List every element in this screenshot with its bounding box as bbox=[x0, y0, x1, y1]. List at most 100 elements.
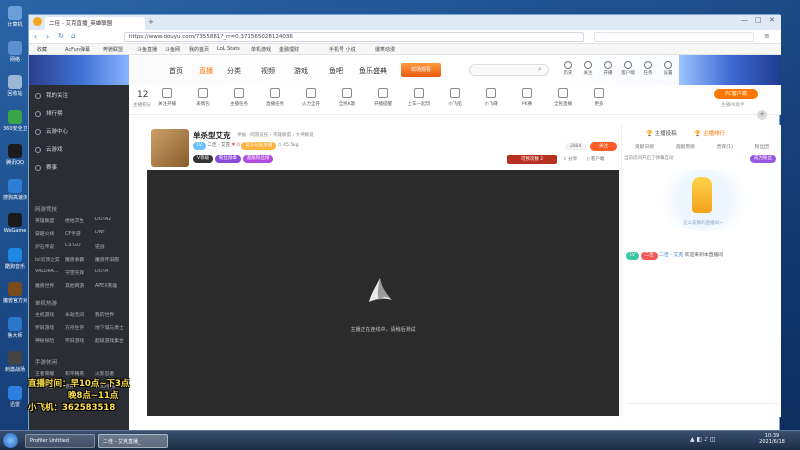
toolbar-tool[interactable]: 关注开播 bbox=[153, 88, 181, 107]
header-nav-item[interactable]: 分类 bbox=[227, 66, 241, 76]
sidebar-category[interactable]: 方舟生存 bbox=[65, 324, 95, 331]
refresh-icon[interactable]: ↻ bbox=[58, 32, 64, 40]
desktop-icon[interactable]: 魔兽官方对战平台 bbox=[3, 282, 27, 304]
sidebar-item[interactable]: 云游中心 bbox=[35, 127, 68, 135]
header-nav-item[interactable]: 视频 bbox=[261, 66, 275, 76]
sidebar-category[interactable]: 怀旧游戏 bbox=[35, 324, 65, 331]
bookmark-item[interactable]: 手机号 小说 bbox=[329, 46, 356, 53]
desktop-icon[interactable]: 酷狗音乐 bbox=[3, 247, 27, 270]
sidebar-item[interactable]: 排行榜 bbox=[35, 109, 63, 117]
tray-icons[interactable]: ▲ ◧ ♪ ◫ bbox=[690, 436, 716, 443]
chat-input-area[interactable] bbox=[626, 403, 778, 415]
sidebar-category[interactable]: APEX英雄 bbox=[95, 282, 125, 289]
desktop-icon[interactable]: 计算机 bbox=[3, 6, 27, 28]
chat-subtab[interactable]: 贵宾(1) bbox=[717, 143, 733, 153]
sidebar-category[interactable]: 神秘探险 bbox=[35, 337, 65, 344]
toolbar-tool[interactable]: 表情包 bbox=[189, 88, 217, 107]
desktop-icon[interactable]: 搜狗高速浏览器 bbox=[3, 178, 27, 201]
toolbar-tool[interactable]: 全民直播 bbox=[549, 88, 577, 107]
header-user-icon[interactable]: 历史 bbox=[561, 61, 575, 76]
clock[interactable]: 10:39 2021/6/18 bbox=[752, 433, 792, 445]
toolbar-tool[interactable]: 开播提醒 bbox=[369, 88, 397, 107]
toolbar-tool[interactable]: 更多 bbox=[585, 88, 613, 107]
toolbar-tool[interactable]: 直播任务 bbox=[261, 88, 289, 107]
client-button[interactable]: ▯ 客户端 bbox=[587, 156, 604, 162]
header-nav-item[interactable]: 首页 bbox=[169, 66, 183, 76]
chat-subtab[interactable]: 贡献周榜 bbox=[676, 143, 695, 153]
header-user-icon[interactable]: 客户端 bbox=[621, 61, 635, 76]
promo-badge[interactable]: 现场观看 bbox=[401, 63, 441, 77]
minimize-button[interactable]: — bbox=[741, 16, 748, 24]
chat-username[interactable]: 二佳 - 艾克 bbox=[659, 253, 683, 258]
streamer-name[interactable]: 二佳 - 艾克 bbox=[208, 143, 230, 148]
bookmark-item[interactable]: 收藏 bbox=[37, 46, 47, 53]
menu-icon[interactable]: ≡ bbox=[764, 32, 770, 40]
desktop-icon[interactable]: 360安全卫士 bbox=[3, 109, 27, 132]
sidebar-category[interactable]: 逆战 bbox=[95, 243, 125, 250]
sidebar-category[interactable]: 超级游戏集合 bbox=[95, 337, 125, 344]
desktop-icon[interactable]: 刺激战场 bbox=[3, 351, 27, 373]
video-player[interactable]: 主播正在连线中，请稍后测试 bbox=[147, 170, 619, 416]
taskbar-app-browser[interactable]: 二佳 - 艾克直播_ bbox=[98, 434, 168, 448]
bookmark-item[interactable]: AcFun弹幕 bbox=[65, 46, 90, 53]
sidebar-category[interactable]: DOTA bbox=[95, 269, 125, 276]
bookmark-item[interactable]: LoL Stats bbox=[217, 46, 240, 52]
back-icon[interactable]: ‹ bbox=[34, 32, 37, 41]
sidebar-category[interactable]: 怀旧游戏 bbox=[65, 337, 95, 344]
header-user-icon[interactable]: 设置 bbox=[661, 61, 675, 76]
address-bar[interactable]: https://www.douyu.com/7355881?_rr=0.3715… bbox=[124, 32, 584, 42]
sidebar-category[interactable]: 炉石传说 bbox=[35, 243, 65, 250]
desktop-icon[interactable]: 网络 bbox=[3, 40, 27, 63]
toolbar-tool[interactable]: 主播任务 bbox=[225, 88, 253, 107]
sidebar-category[interactable]: DOTA2 bbox=[95, 217, 125, 224]
sidebar-category[interactable]: DNF bbox=[95, 230, 125, 237]
sidebar-item[interactable]: 我的关注 bbox=[35, 91, 68, 99]
breadcrumb-report[interactable]: 举报 bbox=[237, 133, 246, 138]
level-badge[interactable]: V等级 bbox=[193, 155, 214, 163]
sidebar-category[interactable]: 守望先锋 bbox=[65, 269, 95, 276]
new-tab-button[interactable]: + bbox=[148, 18, 154, 26]
home-icon[interactable]: ⌂ bbox=[71, 32, 75, 40]
follow-button[interactable]: 关注 bbox=[590, 142, 617, 151]
header-user-icon[interactable]: 开播 bbox=[601, 61, 615, 76]
maximize-button[interactable]: □ bbox=[755, 16, 762, 24]
desktop-icon[interactable]: 回收站 bbox=[3, 75, 27, 97]
share-button[interactable]: ⇪ 分享 bbox=[563, 156, 577, 162]
tab-ranking[interactable]: 🏆 主播排行 bbox=[694, 131, 725, 137]
bookmark-item[interactable]: 单机游戏 bbox=[251, 46, 271, 53]
join-fans-button[interactable]: 成为粉丝 bbox=[750, 155, 776, 163]
sidebar-section-title[interactable]: 网游竞技 bbox=[35, 205, 57, 213]
medal-badge[interactable]: 粉丝勋章 bbox=[215, 155, 242, 163]
sidebar-category[interactable]: 魔兽争霸 bbox=[65, 256, 95, 263]
sidebar-category[interactable]: 我的世界 bbox=[95, 311, 125, 318]
header-nav-item[interactable]: 鱼吧 bbox=[329, 66, 343, 76]
browser-search-box[interactable] bbox=[594, 32, 754, 42]
tab-douyu[interactable]: 二佳 - 艾克直播_英雄联盟 bbox=[45, 17, 145, 30]
bookmark-item[interactable]: 奔驰联盟 bbox=[103, 46, 123, 53]
desktop-icon[interactable]: 腾讯QQ bbox=[3, 144, 27, 166]
bookmark-item[interactable]: 金融理财 bbox=[279, 46, 299, 53]
site-search-input[interactable] bbox=[469, 64, 549, 76]
sidebar-category[interactable]: CS:GO bbox=[65, 243, 95, 250]
breadcrumb-category[interactable]: 网游竞技 bbox=[250, 133, 268, 138]
sidebar-category[interactable]: 穿越火线 bbox=[35, 230, 65, 237]
sidebar-category[interactable]: 和平精英 bbox=[65, 370, 95, 377]
taskbar-app-profiler[interactable]: Profiler Untitled bbox=[25, 434, 95, 448]
sidebar-item[interactable]: 云游戏 bbox=[35, 145, 63, 153]
sidebar-category[interactable]: 永劫无间 bbox=[65, 311, 95, 318]
sidebar-category[interactable]: 地下城与勇士 bbox=[95, 324, 125, 331]
bookmark-item[interactable]: 我的首页 bbox=[189, 46, 209, 53]
desktop-icon[interactable]: 迅雷 bbox=[3, 385, 27, 408]
breadcrumb-game[interactable]: 英雄联盟 bbox=[273, 133, 291, 138]
sidebar-category[interactable]: 魔兽世界 bbox=[35, 282, 65, 289]
sidebar-item[interactable]: 赛事 bbox=[35, 163, 57, 171]
header-user-icon[interactable]: 关注 bbox=[581, 61, 595, 76]
sidebar-category[interactable]: 其他网游 bbox=[65, 282, 95, 289]
sidebar-category[interactable]: 英雄联盟 bbox=[35, 217, 65, 224]
sidebar-toggle-plus[interactable]: + bbox=[757, 110, 767, 120]
toolbar-tool[interactable]: 小飞碟 bbox=[477, 88, 505, 107]
sidebar-section-title[interactable]: 单机热游 bbox=[35, 299, 57, 307]
sidebar-category[interactable]: 王者荣耀 bbox=[35, 370, 65, 377]
chat-subtab[interactable]: 粉丝团 bbox=[755, 143, 769, 153]
forward-icon[interactable]: › bbox=[46, 32, 49, 41]
